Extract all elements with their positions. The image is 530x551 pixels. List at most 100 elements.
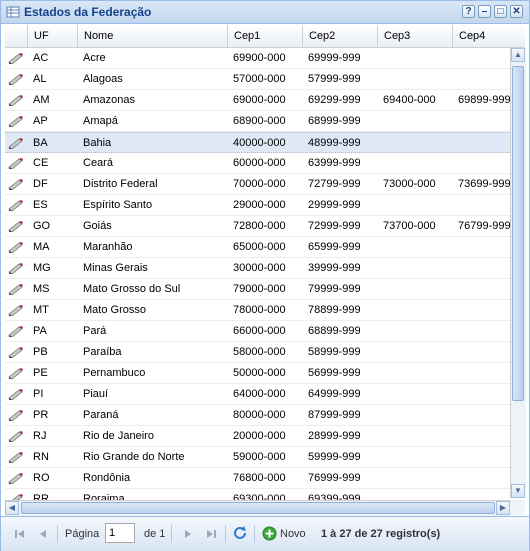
table-row[interactable]: PR Paraná 80000-000 87999-999 xyxy=(5,405,510,426)
edit-record-icon[interactable] xyxy=(8,73,24,85)
cell-uf: PR xyxy=(33,409,49,421)
cell-uf: PA xyxy=(33,325,47,337)
cell-cep1: 50000-000 xyxy=(233,367,286,379)
edit-record-icon[interactable] xyxy=(8,262,24,274)
cell-cep2: 48999-999 xyxy=(308,137,361,149)
column-header-cep4[interactable]: Cep4 xyxy=(452,25,525,47)
cell-cep4 xyxy=(452,195,510,215)
edit-record-icon[interactable] xyxy=(8,409,24,421)
edit-record-icon[interactable] xyxy=(8,220,24,232)
cell-nome: Pernambuco xyxy=(83,367,146,379)
cell-cep3 xyxy=(377,195,452,215)
next-page-icon[interactable] xyxy=(181,527,195,541)
cell-nome: Minas Gerais xyxy=(83,262,148,274)
grid-body: AC Acre 69900-000 69999-999 AL Alagoas 57000-0… xyxy=(5,48,510,501)
edit-record-icon[interactable] xyxy=(8,304,24,316)
cell-cep3 xyxy=(377,384,452,404)
add-icon xyxy=(262,526,277,541)
vertical-scrollbar[interactable]: ▲ ▼ xyxy=(510,48,526,498)
column-header-cep1[interactable]: Cep1 xyxy=(227,25,302,47)
edit-record-icon[interactable] xyxy=(8,472,24,484)
table-row[interactable]: CE Ceará 60000-000 63999-999 xyxy=(5,153,510,174)
refresh-icon[interactable] xyxy=(232,525,248,541)
cell-cep3 xyxy=(377,133,452,153)
table-row[interactable]: RJ Rio de Janeiro 20000-000 28999-999 xyxy=(5,426,510,447)
scroll-up-icon[interactable]: ▲ xyxy=(511,48,525,62)
column-header-uf[interactable]: UF xyxy=(27,25,77,47)
table-row[interactable]: ES Espírito Santo 29000-000 29999-999 xyxy=(5,195,510,216)
cell-cep4 xyxy=(452,405,510,425)
table-row[interactable]: MS Mato Grosso do Sul 79000-000 79999-999 xyxy=(5,279,510,300)
table-row[interactable]: PB Paraíba 58000-000 58999-999 xyxy=(5,342,510,363)
table-row[interactable]: RO Rondônia 76800-000 76999-999 xyxy=(5,468,510,489)
edit-record-icon[interactable] xyxy=(8,137,24,149)
table-row[interactable]: PI Piauí 64000-000 64999-999 xyxy=(5,384,510,405)
table-row[interactable]: DF Distrito Federal 70000-000 72799-999 7300… xyxy=(5,174,510,195)
edit-record-icon[interactable] xyxy=(8,325,24,337)
edit-record-icon[interactable] xyxy=(8,178,24,190)
table-row[interactable]: MA Maranhão 65000-000 65999-999 xyxy=(5,237,510,258)
cell-cep1: 29000-000 xyxy=(233,199,286,211)
table-row[interactable]: GO Goiás 72800-000 72999-999 73700-000 76799-… xyxy=(5,216,510,237)
cell-cep2: 72799-999 xyxy=(308,178,361,190)
window-titlebar[interactable]: Estados da Federação ? – □ ✕ xyxy=(1,1,529,24)
pager-separator xyxy=(57,525,58,543)
vertical-scroll-thumb[interactable] xyxy=(512,66,524,401)
cell-cep2: 29999-999 xyxy=(308,199,361,211)
scroll-left-icon[interactable]: ◀ xyxy=(5,501,19,515)
help-button[interactable]: ? xyxy=(462,5,475,18)
cell-uf: AM xyxy=(33,94,50,106)
cell-nome: Rondônia xyxy=(83,472,131,484)
column-header-nome[interactable]: Nome xyxy=(77,25,227,47)
page-label: Página xyxy=(65,528,100,540)
horizontal-scroll-thumb[interactable] xyxy=(21,502,495,514)
cell-nome: Acre xyxy=(83,52,106,64)
edit-record-icon[interactable] xyxy=(8,430,24,442)
minimize-button[interactable]: – xyxy=(478,5,491,18)
cell-nome: Espírito Santo xyxy=(83,199,153,211)
page-number-input[interactable] xyxy=(105,523,135,543)
edit-record-icon[interactable] xyxy=(8,388,24,400)
edit-record-icon[interactable] xyxy=(8,367,24,379)
edit-record-icon[interactable] xyxy=(8,52,24,64)
first-page-icon[interactable] xyxy=(13,527,27,541)
edit-record-icon[interactable] xyxy=(8,451,24,463)
cell-nome: Rio Grande do Norte xyxy=(83,451,185,463)
table-row[interactable]: AP Amapá 68900-000 68999-999 xyxy=(5,111,510,132)
maximize-button[interactable]: □ xyxy=(494,5,507,18)
table-row[interactable]: AM Amazonas 69000-000 69299-999 69400-000 698… xyxy=(5,90,510,111)
column-header-cep2[interactable]: Cep2 xyxy=(302,25,377,47)
cell-cep3 xyxy=(377,342,452,362)
states-window: Estados da Federação ? – □ ✕ UF Nome Cep… xyxy=(0,0,530,551)
cell-cep2: 56999-999 xyxy=(308,367,361,379)
edit-record-icon[interactable] xyxy=(8,199,24,211)
table-row[interactable]: PE Pernambuco 50000-000 56999-999 xyxy=(5,363,510,384)
horizontal-scrollbar[interactable]: ◀ ▶ xyxy=(5,500,510,516)
previous-page-icon[interactable] xyxy=(36,527,50,541)
cell-cep2: 39999-999 xyxy=(308,262,361,274)
table-row[interactable]: BA Bahia 40000-000 48999-999 xyxy=(5,132,510,153)
table-row[interactable]: MG Minas Gerais 30000-000 39999-999 xyxy=(5,258,510,279)
edit-record-icon[interactable] xyxy=(8,241,24,253)
edit-record-icon[interactable] xyxy=(8,94,24,106)
edit-record-icon[interactable] xyxy=(8,346,24,358)
edit-record-icon[interactable] xyxy=(8,157,24,169)
cell-cep1: 60000-000 xyxy=(233,157,286,169)
cell-cep1: 78000-000 xyxy=(233,304,286,316)
edit-record-icon[interactable] xyxy=(8,115,24,127)
edit-record-icon[interactable] xyxy=(8,283,24,295)
cell-cep3 xyxy=(377,153,452,173)
scroll-right-icon[interactable]: ▶ xyxy=(496,501,510,515)
table-row[interactable]: AL Alagoas 57000-000 57999-999 xyxy=(5,69,510,90)
cell-cep2: 79999-999 xyxy=(308,283,361,295)
scroll-down-icon[interactable]: ▼ xyxy=(511,484,525,498)
table-row[interactable]: AC Acre 69900-000 69999-999 xyxy=(5,48,510,69)
cell-cep2: 65999-999 xyxy=(308,241,361,253)
last-page-icon[interactable] xyxy=(204,527,218,541)
table-row[interactable]: PA Pará 66000-000 68899-999 xyxy=(5,321,510,342)
close-button[interactable]: ✕ xyxy=(510,5,523,18)
column-header-cep3[interactable]: Cep3 xyxy=(377,25,452,47)
table-row[interactable]: MT Mato Grosso 78000-000 78899-999 xyxy=(5,300,510,321)
table-row[interactable]: RN Rio Grande do Norte 59000-000 59999-999 xyxy=(5,447,510,468)
cell-cep1: 65000-000 xyxy=(233,241,286,253)
